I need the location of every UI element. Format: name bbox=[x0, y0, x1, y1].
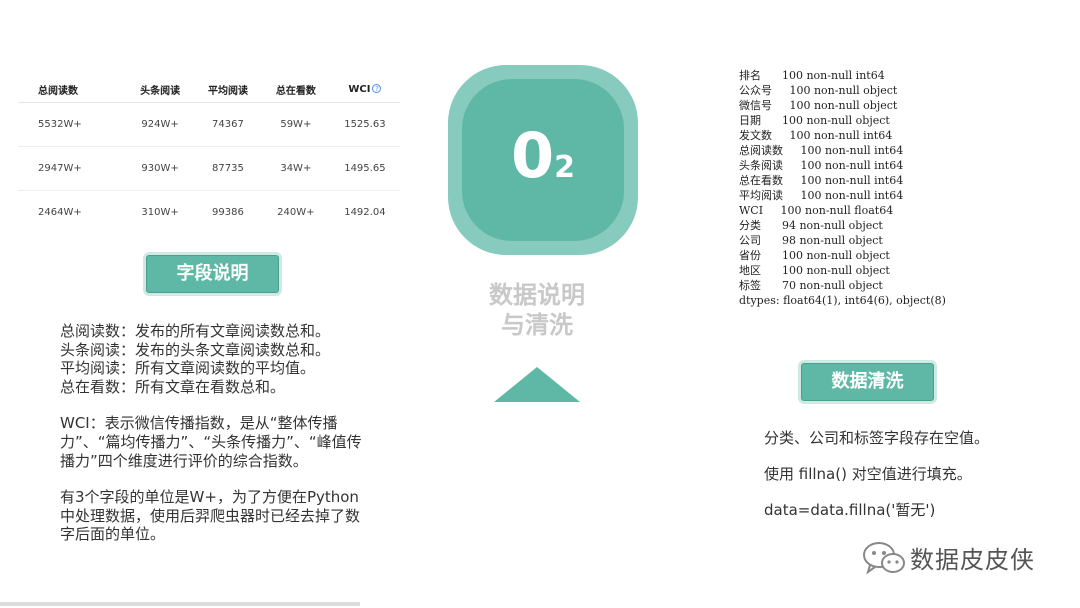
table-cell: 924W+ bbox=[126, 102, 195, 147]
info-line: 标签 70 non-null object bbox=[739, 279, 883, 292]
section-title-line: 与清洗 bbox=[501, 311, 573, 339]
section-number-sub: 2 bbox=[554, 150, 575, 185]
help-icon[interactable]: ? bbox=[372, 84, 382, 94]
table-cell: 1492.04 bbox=[344, 206, 386, 218]
info-line: 省份 100 non-null object bbox=[739, 249, 890, 262]
section-title-line: 数据说明 bbox=[489, 281, 585, 309]
table-cell: 930W+ bbox=[126, 146, 195, 191]
info-line: dtypes: float64(1), int64(6), object(8) bbox=[739, 294, 946, 307]
table-cell: 1495.65 bbox=[329, 146, 400, 191]
info-line: 总阅读数 100 non-null int64 bbox=[739, 144, 904, 157]
field-description-body: 总阅读数：发布的所有文章阅读数总和。 头条阅读：发布的头条文章阅读数总和。 平均… bbox=[60, 322, 365, 544]
column-header-wci: WCI? bbox=[329, 78, 400, 103]
cleaning-line: 使用 fillna() 对空值进行填充。 bbox=[764, 465, 972, 483]
field-line: 总在看数：所有文章在看数总和。 bbox=[60, 377, 286, 396]
field-line: 平均阅读：所有文章阅读数的平均值。 bbox=[60, 359, 316, 378]
column-header: 平均阅读 bbox=[194, 78, 262, 103]
wci-description: WCI：表示微信传播指数，是从“整体传播力”、“篇均传播力”、“头条传播力”、“… bbox=[60, 414, 362, 470]
stats-table: 总阅读数 头条阅读 平均阅读 总在看数 WCI? 5532W+ 924W+ 74… bbox=[18, 78, 400, 234]
watermark-text: 数据皮皮侠 bbox=[910, 546, 1035, 574]
section-number: 02 bbox=[462, 121, 624, 191]
table-cell: 240W+ bbox=[277, 206, 315, 218]
table-row: 2464W+ 310W+ 99386 240W+ 1492.04 bbox=[18, 190, 400, 234]
info-line: 微信号 100 non-null object bbox=[739, 99, 898, 112]
cleaning-line: 分类、公司和标签字段存在空值。 bbox=[764, 429, 990, 447]
cleaning-line: data=data.fillna('暂无') bbox=[764, 501, 936, 519]
table-cell: 87735 bbox=[194, 146, 262, 191]
column-header-label: WCI bbox=[348, 84, 371, 96]
field-line: 总阅读数：发布的所有文章阅读数总和。 bbox=[60, 322, 331, 340]
info-line: 总在看数 100 non-null int64 bbox=[739, 174, 904, 187]
info-line: 分类 94 non-null object bbox=[739, 219, 883, 232]
data-cleaning-body: 分类、公司和标签字段存在空值。 使用 fillna() 对空值进行填充。 dat… bbox=[764, 428, 1064, 536]
info-line: 公司 98 non-null object bbox=[739, 234, 883, 247]
watermark: 数据皮皮侠 bbox=[862, 540, 1035, 575]
triangle-decoration bbox=[494, 367, 580, 402]
table-cell: 74367 bbox=[194, 102, 262, 147]
bottom-divider bbox=[0, 602, 360, 606]
info-line: 排名 100 non-null int64 bbox=[739, 69, 885, 82]
table-cell: 59W+ bbox=[261, 102, 330, 147]
column-header: 总在看数 bbox=[261, 78, 330, 103]
section-title: 数据说明 与清洗 bbox=[462, 280, 612, 340]
info-line: 公众号 100 non-null object bbox=[739, 84, 898, 97]
column-header: 总阅读数 bbox=[18, 78, 127, 103]
table-cell: 99386 bbox=[212, 206, 244, 218]
table-cell: 5532W+ bbox=[18, 102, 127, 147]
field-line: 头条阅读：发布的头条文章阅读数总和。 bbox=[60, 340, 331, 359]
info-line: WCI 100 non-null float64 bbox=[739, 204, 894, 217]
table-cell: 310W+ bbox=[141, 206, 179, 218]
table-cell: 2464W+ bbox=[38, 206, 82, 218]
info-line: 头条阅读 100 non-null int64 bbox=[739, 159, 904, 172]
section-number-badge: 02 bbox=[448, 65, 638, 255]
unit-description: 有3个字段的单位是W+，为了方便在Python中处理数据，使用后羿爬虫器时已经去… bbox=[60, 488, 361, 544]
table-cell: 2947W+ bbox=[18, 146, 127, 191]
column-header: 头条阅读 bbox=[126, 78, 195, 103]
table-cell: 1525.63 bbox=[329, 102, 400, 147]
info-line: 平均阅读 100 non-null int64 bbox=[739, 189, 904, 202]
table-cell: 34W+ bbox=[261, 146, 330, 191]
table-row: 2947W+ 930W+ 87735 34W+ 1495.65 bbox=[18, 146, 400, 191]
section-number-main: 0 bbox=[510, 119, 555, 192]
info-line: 日期 100 non-null object bbox=[739, 114, 890, 127]
data-cleaning-title: 数据清洗 bbox=[801, 363, 934, 401]
field-description-title: 字段说明 bbox=[146, 255, 279, 293]
info-line: 发文数 100 non-null int64 bbox=[739, 129, 893, 142]
table-row: 5532W+ 924W+ 74367 59W+ 1525.63 bbox=[18, 102, 400, 147]
table-header-row: 总阅读数 头条阅读 平均阅读 总在看数 WCI? bbox=[18, 78, 400, 103]
dataframe-info-output: 排名 100 non-null int64 公众号 100 non-null ob… bbox=[739, 68, 946, 308]
info-line: 地区 100 non-null object bbox=[739, 264, 890, 277]
wechat-icon bbox=[863, 541, 905, 574]
badge-inner: 02 bbox=[462, 79, 624, 241]
